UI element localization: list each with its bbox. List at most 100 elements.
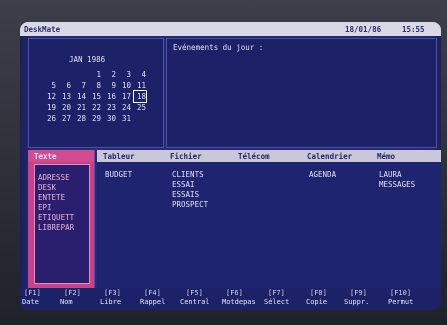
function-key-label: Rappel bbox=[140, 298, 166, 306]
function-key-label: Copie bbox=[306, 298, 328, 306]
calendar-day[interactable]: 16 bbox=[104, 91, 116, 102]
function-key-1[interactable]: [F1] bbox=[24, 289, 41, 297]
events-panel[interactable]: Evénements du jour : bbox=[166, 38, 437, 148]
calendar-day[interactable]: 11 bbox=[134, 80, 146, 91]
file-item[interactable]: BUDGET bbox=[105, 170, 132, 179]
function-key-5[interactable]: [F5] bbox=[186, 289, 203, 297]
calendar-day[interactable]: 6 bbox=[59, 80, 71, 91]
menu-column-header[interactable]: Texte bbox=[28, 150, 94, 162]
menu-column-tableur[interactable]: Tableur BUDGET bbox=[97, 150, 165, 288]
calendar-day[interactable]: 25 bbox=[134, 102, 146, 113]
menu-column-header[interactable]: Mémo bbox=[371, 150, 441, 162]
menu-column-header[interactable]: Fichier bbox=[164, 150, 232, 162]
calendar-day[interactable]: 21 bbox=[74, 102, 86, 113]
calendar-day[interactable]: 17 bbox=[119, 91, 131, 102]
calendar-day[interactable]: 30 bbox=[104, 113, 116, 124]
menu-column-telecom[interactable]: Télécom bbox=[232, 150, 302, 288]
function-key-4[interactable]: [F4] bbox=[144, 289, 161, 297]
calendar-week-row: 1234 bbox=[44, 69, 154, 80]
calendar-day[interactable]: 31 bbox=[119, 113, 131, 124]
calendar-week-row: 5 6 7 8 9 10 11 bbox=[44, 80, 154, 91]
calendar-day[interactable]: 9 bbox=[104, 80, 116, 91]
function-key-2[interactable]: [F2] bbox=[64, 289, 81, 297]
menu-column-header[interactable]: Tableur bbox=[97, 150, 164, 162]
function-key-8[interactable]: [F8] bbox=[310, 289, 327, 297]
calendar-day[interactable]: 10 bbox=[119, 80, 131, 91]
function-key-9[interactable]: [F9] bbox=[350, 289, 367, 297]
calendar-day[interactable]: 23 bbox=[104, 102, 116, 113]
calendar-day[interactable]: 14 bbox=[74, 91, 86, 102]
function-key-3[interactable]: [F3] bbox=[104, 289, 121, 297]
calendar-day[interactable]: 13 bbox=[59, 91, 71, 102]
system-date: 18/01/86 bbox=[345, 25, 382, 34]
file-item[interactable]: ESSAIS bbox=[172, 190, 199, 199]
calendar-grid[interactable]: 1 2 3 4 5 6 7 8 9 10 11 12 13 14 15 16 17 18 19 20 21 22 23 24 2… bbox=[44, 69, 154, 124]
calendar-month-label: JAN 1986 bbox=[69, 55, 106, 64]
calendar-week-row: 12 13 14 15 16 17 18 bbox=[44, 90, 154, 103]
screen: DeskMate 18/01/86 15:55 JAN 1986 1234567… bbox=[20, 22, 441, 310]
function-key-label: Central bbox=[180, 298, 210, 306]
menu-column-header[interactable]: Télécom bbox=[232, 150, 301, 162]
calendar-day[interactable]: 7 bbox=[74, 80, 86, 91]
calendar-day[interactable]: 4 bbox=[134, 69, 146, 80]
events-title: Evénements du jour : bbox=[173, 43, 264, 52]
function-key-label: Libre bbox=[100, 298, 122, 306]
file-item[interactable]: DESK bbox=[38, 183, 56, 192]
file-item[interactable]: LIBREPAR bbox=[38, 223, 74, 232]
calendar-day[interactable]: 2 bbox=[104, 69, 116, 80]
app-title: DeskMate bbox=[24, 25, 61, 34]
menu-column-title: Mémo bbox=[377, 152, 396, 161]
file-item[interactable]: MESSAGES bbox=[379, 180, 415, 189]
calendar-day[interactable]: 15 bbox=[89, 91, 101, 102]
file-item[interactable]: AGENDA bbox=[309, 170, 336, 179]
menu-column-title: Fichier bbox=[170, 152, 202, 161]
function-key-7[interactable]: [F7] bbox=[268, 289, 285, 297]
calendar-day[interactable]: 29 bbox=[89, 113, 101, 124]
function-key-label: Permut bbox=[388, 298, 414, 306]
function-key-6[interactable]: [F6] bbox=[226, 289, 243, 297]
title-bar: DeskMate 18/01/86 15:55 bbox=[20, 22, 441, 36]
calendar-day[interactable]: 12 bbox=[44, 91, 56, 102]
calendar-day[interactable]: 24 bbox=[119, 102, 131, 113]
calendar-week-row: 26 27 28 29 30 31 bbox=[44, 113, 154, 124]
menu-column-fichier[interactable]: Fichier CLIENTS ESSAI ESSAIS PROSPECT bbox=[164, 150, 233, 288]
system-time: 15:55 bbox=[402, 25, 425, 34]
file-item[interactable]: ADRESSE bbox=[38, 173, 70, 182]
calendar-week-row: 19 20 21 22 23 24 25 bbox=[44, 102, 154, 113]
calendar-day[interactable]: 1 bbox=[89, 69, 101, 80]
calendar-day[interactable]: 26 bbox=[44, 113, 56, 124]
menu-column-texte[interactable]: Texte ADRESSE DESK ENTETE EPI ETIQUETT LIBREPA… bbox=[28, 150, 95, 288]
file-item[interactable]: LAURA bbox=[379, 170, 402, 179]
menu-column-title: Tableur bbox=[103, 152, 135, 161]
menu-column-title: Texte bbox=[34, 152, 57, 161]
menu-column-title: Calendrier bbox=[307, 152, 353, 161]
function-key-label: Sélect bbox=[264, 298, 290, 306]
calendar-day-today[interactable]: 18 bbox=[133, 90, 147, 103]
menu-column-title: Télécom bbox=[238, 152, 270, 161]
file-item[interactable]: EPI bbox=[38, 203, 52, 212]
file-item[interactable]: CLIENTS bbox=[172, 170, 204, 179]
function-key-label: Nom bbox=[60, 298, 73, 306]
calendar-day[interactable]: 28 bbox=[74, 113, 86, 124]
file-item[interactable]: ESSAI bbox=[172, 180, 195, 189]
mini-calendar[interactable]: JAN 1986 1 2 3 4 5 6 7 8 9 10 11 12 13 14 15 16 17 18 19 20… bbox=[28, 38, 164, 148]
function-key-label: Suppr. bbox=[344, 298, 370, 306]
selected-file-list[interactable]: ADRESSE DESK ENTETE EPI ETIQUETT LIBREPAR bbox=[34, 164, 90, 284]
menu-column-memo[interactable]: Mémo LAURA MESSAGES bbox=[371, 150, 441, 288]
calendar-day[interactable]: 27 bbox=[59, 113, 71, 124]
menu-column-header[interactable]: Calendrier bbox=[301, 150, 371, 162]
function-key-10[interactable]: [F10] bbox=[390, 289, 411, 297]
application-menu: Texte ADRESSE DESK ENTETE EPI ETIQUETT LIBREPA… bbox=[20, 150, 441, 288]
file-item[interactable]: ENTETE bbox=[38, 193, 65, 202]
calendar-day[interactable]: 8 bbox=[89, 80, 101, 91]
file-item[interactable]: PROSPECT bbox=[172, 200, 208, 209]
calendar-day[interactable]: 22 bbox=[89, 102, 101, 113]
function-key-bar: [F1] Date [F2] Nom [F3] Libre [F4] Rappel [F5] Ce… bbox=[20, 288, 441, 310]
file-item[interactable]: ETIQUETT bbox=[38, 213, 74, 222]
calendar-day[interactable]: 3 bbox=[119, 69, 131, 80]
calendar-day[interactable]: 19 bbox=[44, 102, 56, 113]
function-key-label: Date bbox=[22, 298, 39, 306]
calendar-day[interactable]: 5 bbox=[44, 80, 56, 91]
calendar-day[interactable]: 20 bbox=[59, 102, 71, 113]
menu-column-calendrier[interactable]: Calendrier AGENDA bbox=[301, 150, 372, 288]
